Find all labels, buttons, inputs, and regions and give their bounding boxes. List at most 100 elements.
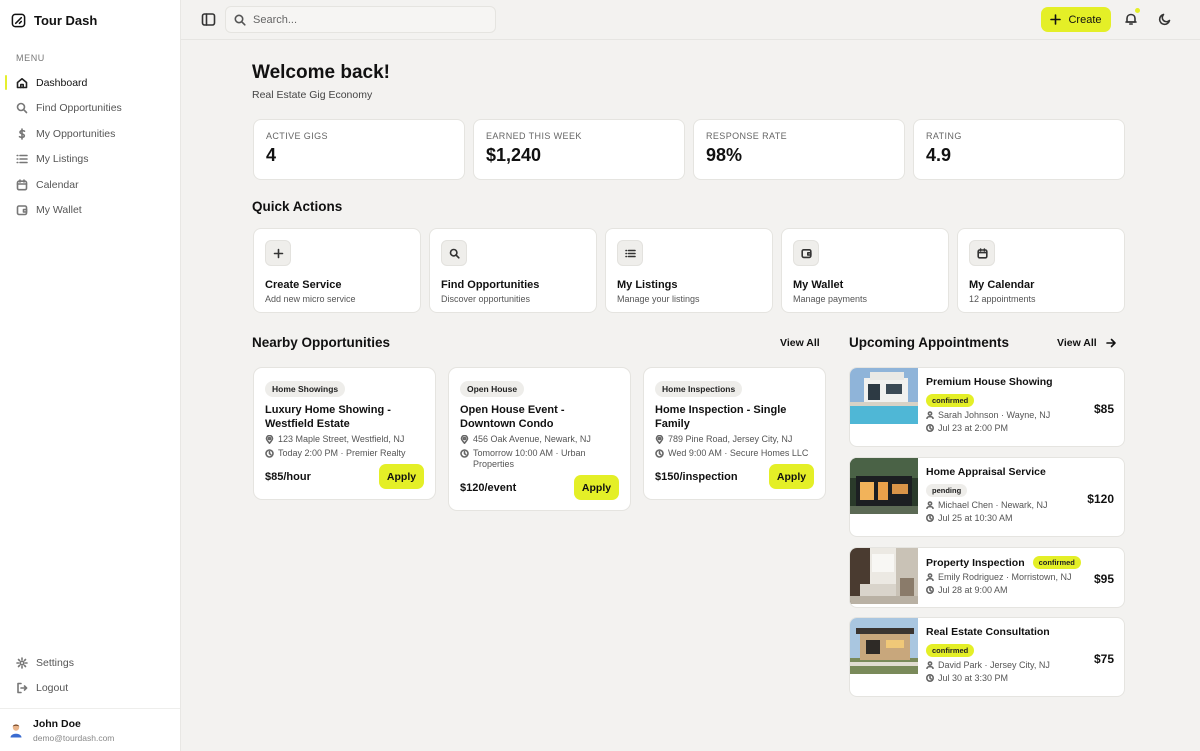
quick-action-icon-box	[265, 240, 291, 266]
clock-icon	[926, 514, 934, 522]
stat-card-rating: RATING 4.9	[913, 119, 1125, 180]
search-icon	[234, 13, 246, 26]
clock-icon	[926, 674, 934, 682]
stat-value: $1,240	[486, 145, 542, 165]
sidebar-item-logout[interactable]: Logout	[0, 676, 180, 702]
appointment-card[interactable]: Home Appraisal Service pending Michael C…	[849, 457, 1125, 537]
brand-name: Tour Dash	[34, 13, 98, 28]
sidebar-item-calendar[interactable]: Calendar	[0, 172, 180, 198]
person-text: Emily Rodriguez · Morristown, NJ	[938, 572, 1072, 582]
quick-action-create-service[interactable]: Create Service Add new micro service	[253, 228, 421, 313]
create-button-label: Create	[1068, 13, 1102, 26]
stat-value: 4	[266, 145, 277, 165]
quick-action-subtitle: Add new micro service	[265, 294, 356, 304]
quick-action-title: Create Service	[265, 279, 342, 291]
property-photo	[850, 368, 918, 424]
time-text: Jul 23 at 2:00 PM	[938, 423, 1009, 433]
apply-button[interactable]: Apply	[574, 475, 619, 500]
quick-action-my-calendar[interactable]: My Calendar 12 appointments	[957, 228, 1125, 313]
clock-icon	[460, 449, 469, 458]
sidebar-item-label: Dashboard	[36, 76, 88, 89]
sidebar-bottom-nav: Settings Logout	[0, 650, 180, 701]
appointment-card[interactable]: Premium House Showing confirmed Sarah Jo…	[849, 367, 1125, 447]
search-box[interactable]	[225, 6, 496, 33]
clock-icon	[265, 449, 274, 458]
appointment-title: Premium House Showing	[926, 376, 1053, 388]
opportunity-card: Home Showings Luxury Home Showing - West…	[253, 367, 436, 500]
property-photo	[850, 548, 918, 604]
appointment-title: Home Appraisal Service	[926, 466, 1046, 478]
quick-action-subtitle: Manage your listings	[617, 294, 700, 304]
nearby-opportunities-title: Nearby Opportunities	[252, 335, 391, 350]
sidebar-item-my-opportunities[interactable]: My Opportunities	[0, 121, 180, 147]
arrow-right-icon[interactable]	[1105, 337, 1117, 349]
apply-button[interactable]: Apply	[769, 464, 814, 489]
search-icon	[449, 248, 460, 259]
opportunity-time: Today 2:00 PM · Premier Realty	[265, 448, 424, 459]
opportunity-title: Home Inspection - Single Family	[655, 404, 787, 430]
sidebar-item-settings[interactable]: Settings	[0, 650, 180, 676]
sidebar-nav: Dashboard Find Opportunities My Opportun…	[0, 70, 180, 223]
appointment-title-row: Property Inspection confirmed	[926, 556, 1124, 569]
calendar-icon	[976, 247, 988, 259]
opportunity-card: Home Inspections Home Inspection - Singl…	[643, 367, 826, 500]
search-input[interactable]	[253, 13, 473, 26]
stat-label: RATING	[926, 131, 962, 141]
wallet-icon	[800, 248, 812, 258]
address-text: 456 Oak Avenue, Newark, NJ	[473, 434, 591, 444]
quick-action-title: Find Opportunities	[441, 279, 540, 291]
sidebar-item-dashboard[interactable]: Dashboard	[0, 70, 180, 96]
sidebar-item-label: My Wallet	[36, 204, 82, 217]
page-subtitle: Real Estate Gig Economy	[252, 89, 373, 101]
appointments-view-all-link[interactable]: View All	[1057, 337, 1097, 349]
quick-action-my-wallet[interactable]: My Wallet Manage payments	[781, 228, 949, 313]
brand[interactable]: Tour Dash	[11, 13, 97, 28]
appointment-title-row: Real Estate Consultation	[926, 626, 1124, 638]
status-badge: confirmed	[926, 644, 975, 657]
map-pin-icon	[460, 435, 469, 444]
map-pin-icon	[265, 435, 274, 444]
sidebar-item-find-opportunities[interactable]: Find Opportunities	[0, 96, 180, 122]
quick-action-my-listings[interactable]: My Listings Manage your listings	[605, 228, 773, 313]
opportunity-footer: $150/inspection Apply	[655, 464, 814, 489]
top-bar: Create	[181, 0, 1200, 40]
nearby-view-all-link[interactable]: View All	[780, 337, 820, 349]
search-icon	[16, 102, 28, 114]
quick-action-find-opportunities[interactable]: Find Opportunities Discover opportunitie…	[429, 228, 597, 313]
clock-icon	[655, 449, 664, 458]
create-button[interactable]: Create	[1041, 7, 1111, 32]
appointment-title-row: Home Appraisal Service	[926, 466, 1124, 478]
appointment-title-row: Premium House Showing	[926, 376, 1124, 388]
quick-action-subtitle: Discover opportunities	[441, 294, 531, 304]
upcoming-appointments-title: Upcoming Appointments	[849, 335, 1009, 350]
notification-dot	[1135, 8, 1140, 13]
opportunity-address: 123 Maple Street, Westfield, NJ	[265, 434, 424, 445]
clock-icon	[926, 586, 934, 594]
status-badge: confirmed	[1032, 556, 1081, 569]
quick-action-title: My Wallet	[793, 279, 844, 291]
moon-icon[interactable]	[1158, 12, 1172, 26]
opportunity-footer: $120/event Apply	[460, 475, 619, 500]
status-badge: pending	[926, 484, 968, 497]
sidebar-toggle-icon[interactable]	[201, 12, 216, 27]
user-icon	[926, 573, 934, 581]
clock-icon	[926, 424, 934, 432]
appointment-card[interactable]: Property Inspection confirmed Emily Rodr…	[849, 547, 1125, 608]
opportunity-price: $120/event	[460, 481, 517, 494]
bell-icon[interactable]	[1124, 12, 1138, 26]
property-photo	[850, 618, 918, 674]
quick-action-icon-box	[441, 240, 467, 266]
sidebar-item-my-wallet[interactable]: My Wallet	[0, 198, 180, 224]
list-icon	[16, 154, 28, 164]
opportunity-time: Wed 9:00 AM · Secure Homes LLC	[655, 448, 814, 459]
user-profile[interactable]: John Doe demo@tourdash.com	[0, 708, 180, 751]
quick-action-subtitle: 12 appointments	[969, 294, 1036, 304]
appointment-card[interactable]: Real Estate Consultation confirmed David…	[849, 617, 1125, 697]
sidebar-item-my-listings[interactable]: My Listings	[0, 147, 180, 173]
apply-button[interactable]: Apply	[379, 464, 424, 489]
opportunity-title: Luxury Home Showing - Westfield Estate	[265, 404, 391, 430]
gear-icon	[16, 656, 28, 669]
stat-value: 4.9	[926, 145, 952, 165]
quick-action-icon-box	[617, 240, 643, 266]
user-icon	[926, 661, 934, 669]
